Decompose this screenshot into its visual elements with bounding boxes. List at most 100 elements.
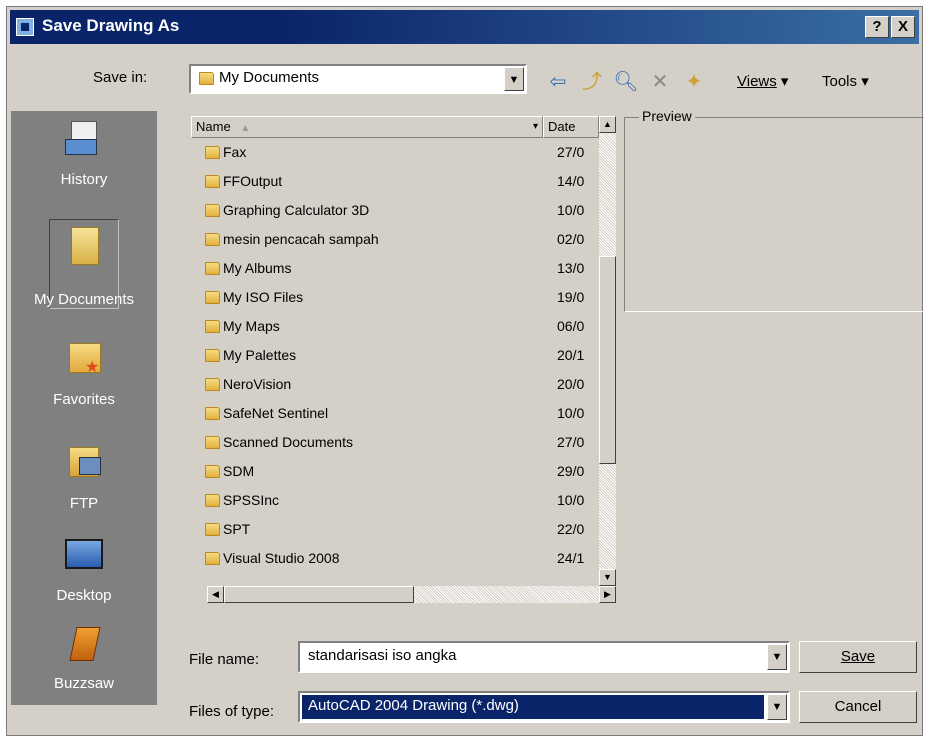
- app-icon: [16, 18, 34, 36]
- column-dropdown-icon[interactable]: ▾: [533, 117, 538, 137]
- place-my-documents[interactable]: My Documents: [11, 219, 157, 309]
- scroll-thumb[interactable]: [599, 256, 616, 464]
- column-header-name[interactable]: Name ▲ ▾: [191, 116, 543, 138]
- close-button[interactable]: X: [891, 16, 915, 38]
- scroll-right-icon[interactable]: ▶: [599, 586, 616, 603]
- views-label: Views: [737, 73, 777, 90]
- list-item[interactable]: SPT 22/0: [191, 515, 595, 543]
- up-folder-icon[interactable]: ⤴: [579, 69, 605, 95]
- file-name: SPT: [223, 521, 251, 537]
- vertical-scrollbar[interactable]: ▲ ▼: [599, 116, 616, 586]
- back-icon[interactable]: ⇦: [545, 69, 571, 95]
- dialog-title: Save Drawing As: [42, 16, 180, 35]
- place-label: My Documents: [33, 291, 135, 308]
- delete-icon[interactable]: ✕: [647, 69, 673, 95]
- save-drawing-dialog: Save Drawing As ? X Save in: My Document…: [6, 6, 924, 736]
- file-name: SafeNet Sentinel: [223, 405, 329, 421]
- folder-icon: [205, 146, 220, 159]
- list-item[interactable]: SafeNet Sentinel 10/0: [191, 399, 595, 427]
- folder-icon: [205, 465, 220, 478]
- file-name-value: standarisasi iso angka: [308, 647, 457, 664]
- file-name: Visual Studio 2008: [223, 550, 340, 566]
- column-header-date[interactable]: Date: [543, 116, 599, 138]
- list-item[interactable]: Scanned Documents 27/0: [191, 428, 595, 456]
- my-documents-icon: [63, 225, 105, 267]
- file-date: 13/0: [557, 260, 585, 276]
- save-button[interactable]: Save: [799, 641, 917, 673]
- list-item[interactable]: My Palettes 20/1: [191, 341, 595, 369]
- help-button[interactable]: ?: [865, 16, 889, 38]
- place-label: History: [60, 171, 108, 188]
- file-date: 29/0: [557, 463, 585, 479]
- folder-icon: [205, 291, 220, 304]
- folder-icon: [205, 494, 220, 507]
- preview-label: Preview: [639, 108, 695, 124]
- place-favorites[interactable]: ★ Favorites: [11, 331, 157, 421]
- list-item[interactable]: NeroVision 20/0: [191, 370, 595, 398]
- file-name: FFOutput: [223, 173, 283, 189]
- list-item[interactable]: Visual Studio 2008 24/1: [191, 544, 595, 572]
- place-history[interactable]: History: [11, 111, 157, 201]
- save-in-combo[interactable]: My Documents ▼: [189, 64, 527, 94]
- file-date: 10/0: [557, 405, 585, 421]
- file-name: SDM: [223, 463, 255, 479]
- tools-menu[interactable]: Tools ▾: [822, 72, 869, 90]
- tools-label: Tools: [822, 73, 858, 90]
- file-date: 02/0: [557, 231, 585, 247]
- cancel-button[interactable]: Cancel: [799, 691, 917, 723]
- views-menu[interactable]: Views ▾: [737, 72, 788, 90]
- list-item[interactable]: My Maps 06/0: [191, 312, 595, 340]
- list-item[interactable]: Graphing Calculator 3D 10/0: [191, 196, 595, 224]
- horizontal-scrollbar[interactable]: ◀ ▶: [207, 586, 616, 603]
- file-name: Fax: [223, 144, 247, 160]
- chevron-down-icon[interactable]: ▼: [504, 67, 524, 91]
- scroll-left-icon[interactable]: ◀: [207, 586, 224, 603]
- file-date: 27/0: [557, 144, 585, 160]
- favorites-icon: ★: [63, 337, 105, 379]
- name-header-label: Name: [196, 119, 231, 134]
- file-name-field[interactable]: standarisasi iso angka ▼: [298, 641, 790, 673]
- list-item[interactable]: FFOutput 14/0: [191, 167, 595, 195]
- chevron-down-icon[interactable]: ▼: [767, 694, 787, 720]
- folder-icon: [205, 378, 220, 391]
- file-date: 10/0: [557, 492, 585, 508]
- ftp-icon: [63, 441, 105, 483]
- file-name-label: File name:: [189, 651, 260, 668]
- file-name: My Maps: [223, 318, 280, 334]
- file-name: My ISO Files: [223, 289, 304, 305]
- file-date: 27/0: [557, 434, 585, 450]
- preview-box: [624, 117, 924, 312]
- new-folder-icon[interactable]: ✦: [681, 69, 707, 95]
- file-date: 24/1: [557, 550, 585, 566]
- list-item[interactable]: mesin pencacah sampah 02/0: [191, 225, 595, 253]
- place-label: FTP: [69, 495, 99, 512]
- chevron-down-icon[interactable]: ▼: [767, 644, 787, 670]
- place-buzzsaw[interactable]: Buzzsaw: [11, 617, 157, 707]
- hscroll-thumb[interactable]: [224, 586, 414, 603]
- place-ftp[interactable]: FTP: [11, 435, 157, 525]
- list-item[interactable]: SDM 29/0: [191, 457, 595, 485]
- list-item[interactable]: SPSSInc 10/0: [191, 486, 595, 514]
- scroll-up-icon[interactable]: ▲: [599, 116, 616, 133]
- desktop-icon: [63, 533, 105, 575]
- search-web-icon[interactable]: 🔍︎: [613, 69, 639, 95]
- file-date: 20/0: [557, 376, 585, 392]
- folder-icon: [205, 233, 220, 246]
- folder-icon: [205, 204, 220, 217]
- save-button-label: Save: [840, 648, 876, 665]
- place-label: Desktop: [56, 587, 112, 604]
- list-item[interactable]: My ISO Files 19/0: [191, 283, 595, 311]
- list-item[interactable]: My Albums 13/0: [191, 254, 595, 282]
- history-icon: [63, 117, 105, 159]
- file-name: Graphing Calculator 3D: [223, 202, 370, 218]
- list-item[interactable]: Fax 27/0: [191, 138, 595, 166]
- folder-icon: [205, 175, 220, 188]
- title-bar[interactable]: Save Drawing As ? X: [10, 10, 919, 44]
- file-type-select[interactable]: AutoCAD 2004 Drawing (*.dwg) ▼: [298, 691, 790, 723]
- scroll-down-icon[interactable]: ▼: [599, 569, 616, 586]
- file-name: SPSSInc: [223, 492, 280, 508]
- sort-up-icon: ▲: [240, 123, 251, 134]
- folder-icon: [205, 262, 220, 275]
- file-list: Name ▲ ▾ Date Fax 27/0 FFOutput 14/0 Graph…: [191, 116, 616, 604]
- place-desktop[interactable]: Desktop: [11, 527, 157, 617]
